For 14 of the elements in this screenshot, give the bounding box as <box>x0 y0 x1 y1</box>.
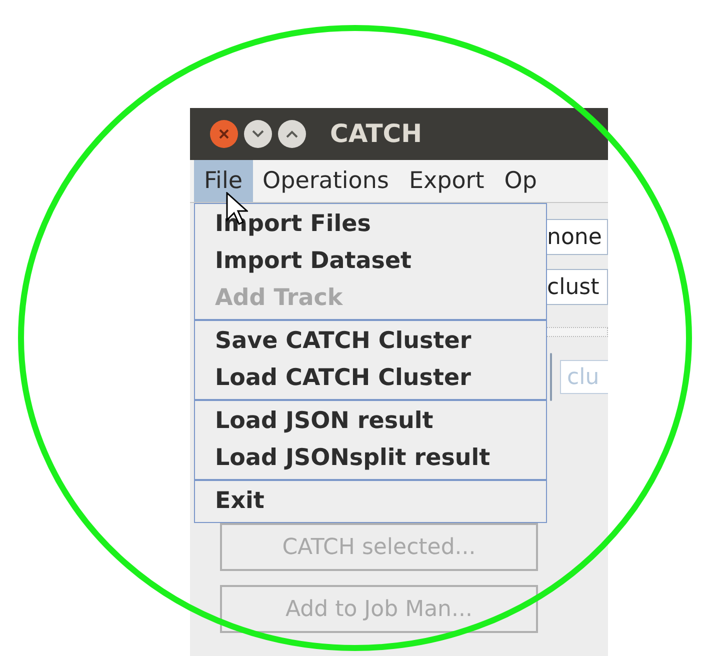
menu-item[interactable]: Operations <box>252 160 399 202</box>
menu-option[interactable]: Load CATCH Cluster <box>195 360 546 397</box>
minimize-icon[interactable] <box>244 120 272 148</box>
menu-item[interactable]: Export <box>398 160 494 202</box>
menu-item[interactable]: Op <box>494 160 547 202</box>
menu-option[interactable]: Load JSONsplit result <box>195 440 546 477</box>
close-icon[interactable] <box>210 120 238 148</box>
window-title: CATCH <box>330 118 422 150</box>
menu-item[interactable]: File <box>194 160 252 202</box>
search-field[interactable]: clu <box>560 360 608 394</box>
menu-option[interactable]: Exit <box>195 483 546 520</box>
menu-option[interactable]: Load JSON result <box>195 403 546 440</box>
menu-option[interactable]: Save CATCH Cluster <box>195 323 546 360</box>
maximize-icon[interactable] <box>278 120 306 148</box>
